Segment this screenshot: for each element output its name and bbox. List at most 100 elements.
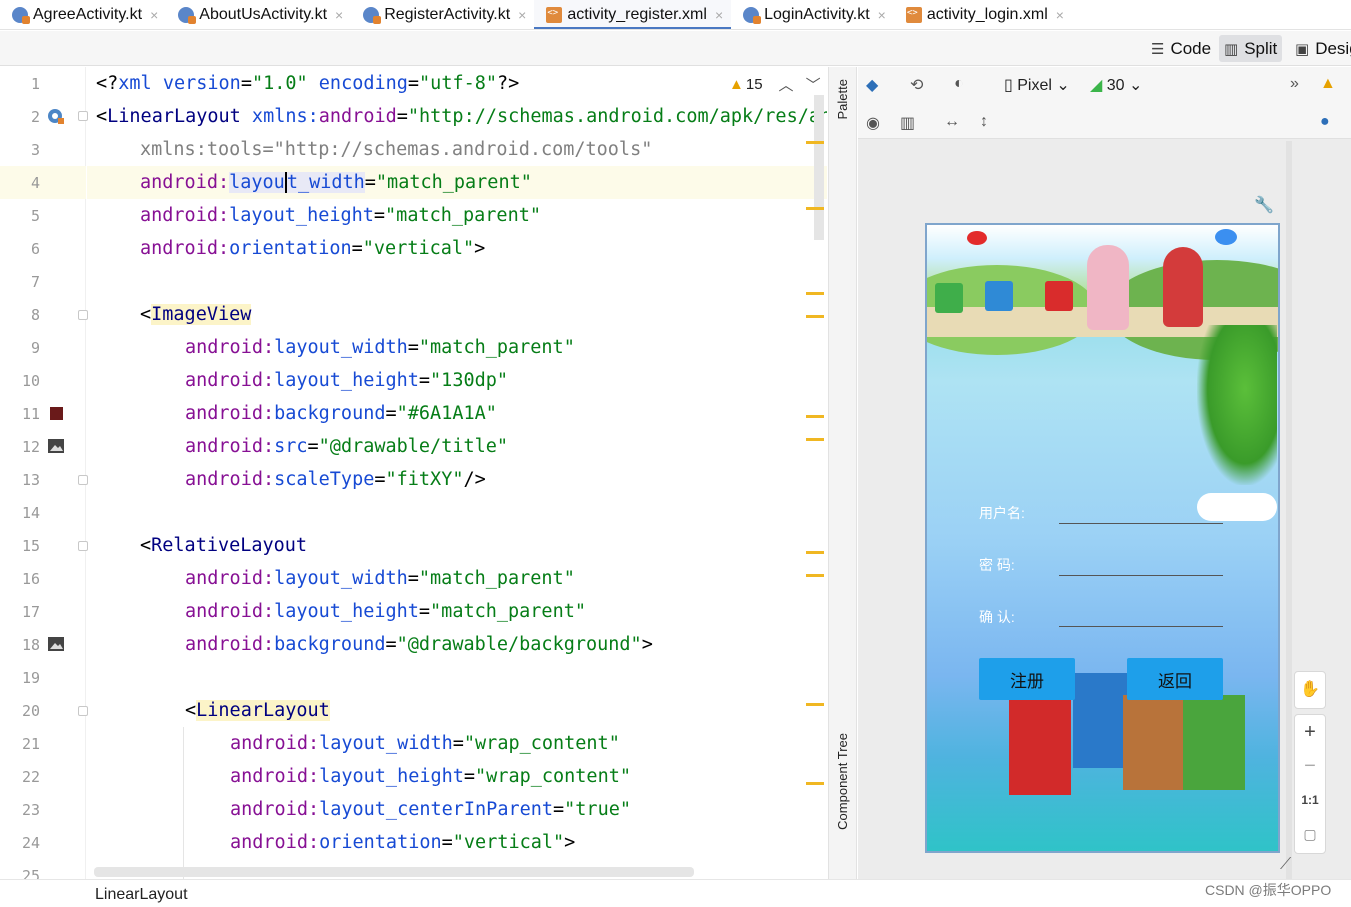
actual-size-icon[interactable]: 1:1 [1295, 783, 1325, 817]
tab-login-activity[interactable]: LoginActivity.kt × [731, 0, 894, 29]
code-line: android:layout_centerInParent="true" [230, 799, 631, 820]
help-icon[interactable]: ● [1320, 113, 1330, 131]
warning-marker[interactable] [806, 315, 824, 318]
vertical-resize-icon[interactable]: ↕ [980, 113, 988, 131]
split-mode-button[interactable]: ▥ Split [1219, 35, 1283, 62]
android-icon: ◢ [1090, 77, 1103, 94]
code-line: <RelativeLayout [140, 535, 308, 556]
line-number: 9 [30, 339, 40, 357]
night-mode-icon[interactable]: ◐ [954, 75, 964, 93]
zoom-in-icon[interactable]: + [1295, 715, 1325, 749]
tab-agree-activity[interactable]: AgreeActivity.kt × [0, 0, 166, 29]
line-number: 21 [21, 735, 40, 753]
close-icon[interactable]: × [878, 7, 886, 23]
tab-activity-login-xml[interactable]: activity_login.xml× [894, 0, 1072, 29]
api-level-selector[interactable]: ◢ 30 ⌄ [1090, 75, 1142, 95]
design-mode-button[interactable]: ▣Desig [1290, 35, 1351, 62]
component-tree-tab[interactable]: Component Tree [835, 733, 850, 830]
close-icon[interactable]: × [1056, 7, 1064, 23]
red-bin [1009, 700, 1071, 795]
line-number: 8 [30, 306, 40, 324]
warning-marker[interactable] [806, 415, 824, 418]
device-selector[interactable]: ▯ Pixel ⌄ [1004, 75, 1070, 95]
line-number: 14 [21, 504, 40, 522]
line-number: 1 [30, 75, 40, 93]
back-button[interactable]: 返回 [1127, 658, 1223, 700]
register-button[interactable]: 注册 [979, 658, 1075, 700]
activity-gutter-icon[interactable] [47, 107, 65, 125]
title-image [927, 225, 1278, 360]
line-number: 13 [21, 471, 40, 489]
breadcrumb[interactable]: LinearLayout [95, 886, 188, 904]
editor-tab-bar: AgreeActivity.kt × AboutUsActivity.kt × Re… [0, 0, 1351, 30]
warning-marker[interactable] [806, 141, 824, 144]
warning-marker[interactable] [806, 292, 824, 295]
line-number: 7 [30, 273, 40, 291]
design-toolbar: ◆ ⟲ ◐ ▯ Pixel ⌄ ◢ 30 ⌄ » ▲ ◉ ▥ ↔ ↕ ● [858, 67, 1351, 139]
zoom-out-icon[interactable]: − [1295, 749, 1325, 783]
line-number: 5 [30, 207, 40, 225]
hand-icon: ✋ [1300, 681, 1320, 698]
warning-icon: ▲ [729, 75, 744, 93]
chevron-up-icon[interactable]: ︿ [779, 74, 794, 95]
horizontal-scrollbar[interactable] [94, 867, 694, 877]
view-mode-toolbar: ☰Code ▥Split ▣Desig [0, 31, 1351, 66]
resize-handle-icon[interactable]: ⟋ [1280, 856, 1291, 874]
cloud-decoration [1197, 493, 1277, 521]
orientation-icon[interactable]: ⟲ [910, 75, 923, 95]
code-line: android:scaleType="fitXY"/> [185, 469, 486, 490]
kotlin-file-icon [12, 7, 30, 24]
eye-icon[interactable]: ◉ [866, 113, 880, 133]
close-icon[interactable]: × [518, 7, 526, 23]
warning-marker[interactable] [806, 703, 824, 706]
line-number-gutter: 1 2 3 4 5 6 7 8 9 10 11 12 13 14 15 16 1… [0, 67, 117, 885]
warning-icon[interactable]: ▲ [1320, 75, 1336, 93]
layers-icon[interactable]: ◆ [866, 75, 878, 95]
design-scrollbar[interactable] [1286, 141, 1292, 879]
line-number: 16 [21, 570, 40, 588]
tab-register-activity[interactable]: RegisterActivity.kt × [351, 0, 534, 29]
tab-aboutus-activity[interactable]: AboutUsActivity.kt × [166, 0, 351, 29]
code-mode-button[interactable]: ☰ Code [1146, 35, 1216, 62]
warning-marker[interactable] [806, 782, 824, 785]
green-bin [1183, 695, 1245, 790]
kotlin-file-icon [178, 7, 197, 24]
code-line: android:layout_height="match_parent" [185, 601, 586, 622]
more-icon[interactable]: » [1290, 75, 1299, 93]
close-icon[interactable]: × [335, 7, 343, 23]
warning-marker[interactable] [806, 551, 824, 554]
image-preview-icon[interactable] [47, 437, 65, 455]
line-number: 17 [21, 603, 40, 621]
horizontal-resize-icon[interactable]: ↔ [944, 113, 960, 131]
close-icon[interactable]: × [150, 7, 158, 23]
code-line: android:layout_width="match_parent" [140, 172, 532, 193]
code-line: <?xml version="1.0" encoding="utf-8"?> [96, 73, 520, 94]
close-icon[interactable]: × [715, 7, 723, 23]
code-line: android:background="@drawable/background… [185, 634, 653, 655]
line-number: 4 [30, 174, 40, 192]
layout-preview[interactable]: 用户名: 密 码: 确 认: 注册 返回 [925, 223, 1280, 853]
xml-file-icon [546, 7, 563, 23]
warning-marker[interactable] [806, 574, 824, 577]
wrench-icon[interactable]: 🔧 [1254, 195, 1274, 215]
code-line: android:layout_width="match_parent" [185, 568, 575, 589]
blueprint-icon[interactable]: ▥ [900, 113, 915, 133]
code-line: <LinearLayout xmlns:android="http://sche… [96, 106, 827, 127]
code-editor[interactable]: <?xml version="1.0" encoding="utf-8"?> <… [87, 67, 827, 879]
warning-marker[interactable] [806, 438, 824, 441]
palette-tab[interactable]: Palette [835, 79, 850, 119]
zoom-controls: + − 1:1 ▢ [1294, 714, 1326, 854]
line-number: 20 [21, 702, 40, 720]
warning-marker[interactable] [806, 207, 824, 210]
image-preview-icon[interactable] [47, 635, 65, 653]
line-number: 11 [21, 405, 40, 423]
fit-screen-icon[interactable]: ▢ [1295, 817, 1325, 851]
code-line: android:layout_height="match_parent" [140, 205, 541, 226]
tab-activity-register-xml[interactable]: activity_register.xml× [534, 0, 732, 29]
line-number: 3 [30, 141, 40, 159]
error-stripe [806, 67, 826, 879]
pan-hand-button[interactable]: ✋ [1294, 671, 1326, 709]
image-icon: ▣ [1295, 40, 1310, 58]
line-number: 24 [21, 834, 40, 852]
color-swatch-icon[interactable] [50, 407, 63, 420]
